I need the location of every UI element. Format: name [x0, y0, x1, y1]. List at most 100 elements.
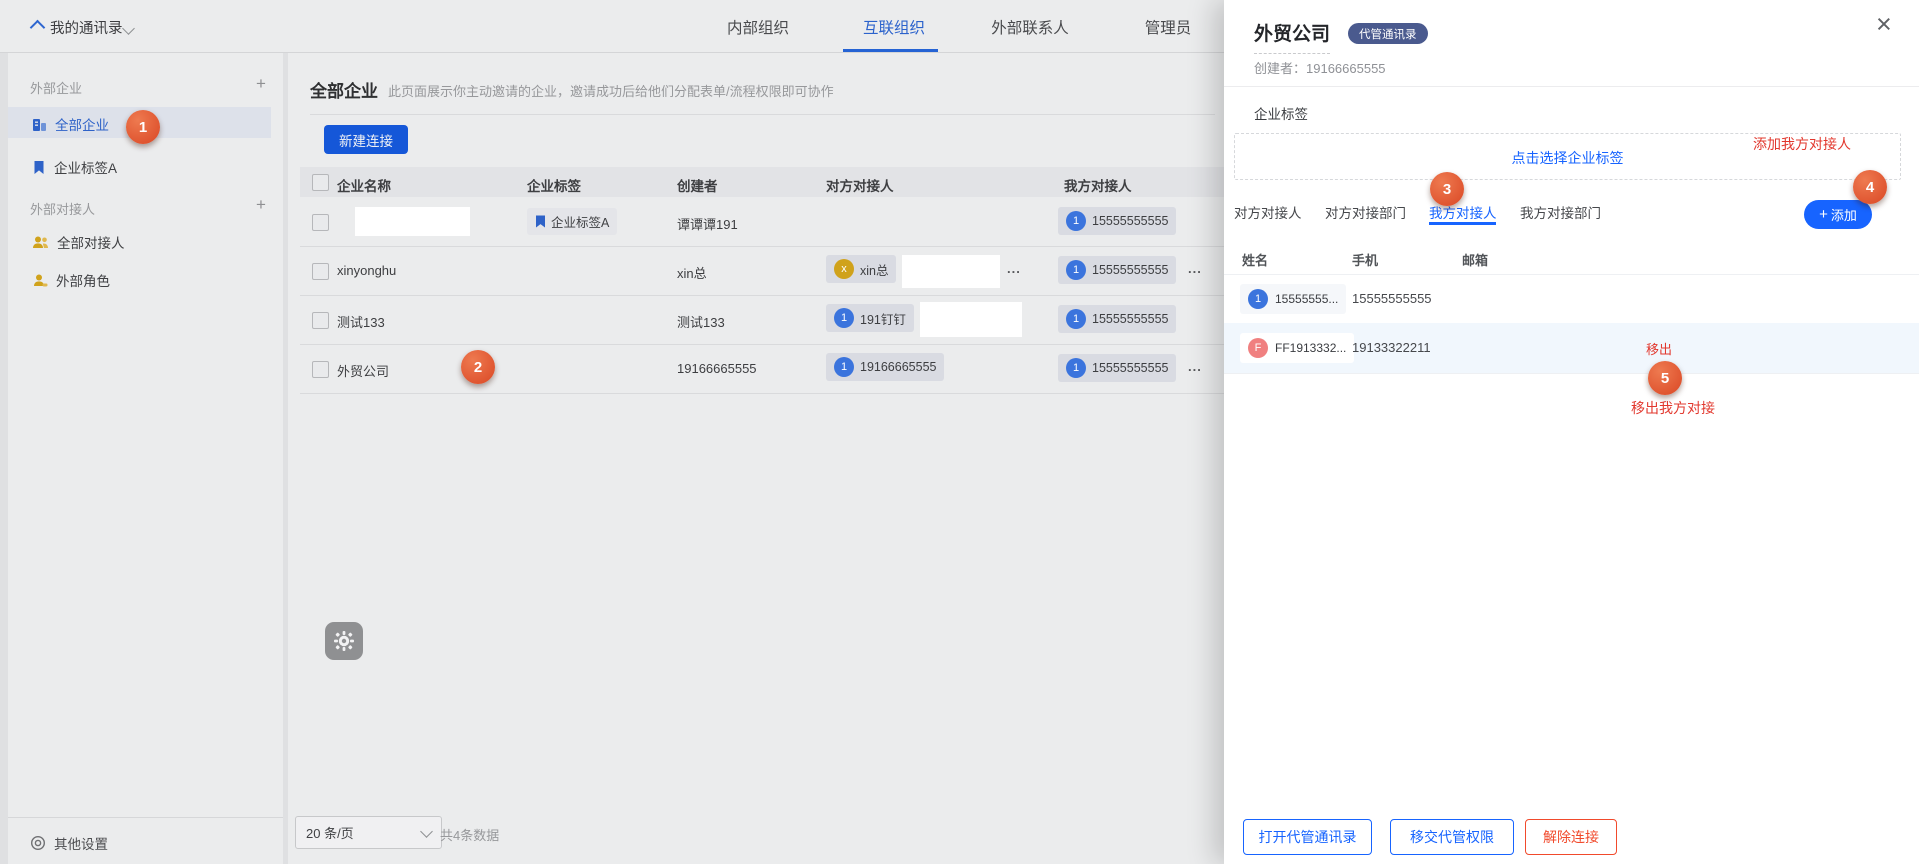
page-subtitle: 此页面展示你主动邀请的企业，邀请成功后给他们分配表单/流程权限即可协作 [388, 81, 834, 100]
contact-phone: 19133322211 [1352, 340, 1431, 355]
col-name: 姓名 [1242, 250, 1268, 269]
tab-their-contacts[interactable]: 对方对接人 [1234, 202, 1302, 222]
avatar: 1 [1248, 289, 1268, 309]
drawer-creator: 创建者：19166665555 [1254, 58, 1386, 77]
their-contact-chip[interactable]: 1 19166665555 [826, 353, 944, 381]
back-icon[interactable] [32, 21, 43, 36]
redacted-contact [902, 255, 1000, 288]
their-contact-label: 191钉钉 [860, 309, 906, 328]
sidebar-footer-label: 其他设置 [54, 833, 108, 853]
our-contact-label: 15555555555 [1092, 214, 1168, 228]
role-person-icon [32, 273, 48, 288]
our-contact-label: 15555555555 [1092, 312, 1168, 326]
tag-section-label: 企业标签 [1254, 103, 1308, 123]
tab-admin[interactable]: 管理员 [1143, 16, 1193, 52]
more-contacts-ellipsis[interactable]: ... [1188, 359, 1202, 374]
add-contact-hint: 添加我方对接人 [1753, 134, 1851, 154]
tag-label: 企业标签A [551, 212, 609, 231]
sidebar-section-contacts: 外部对接人 [30, 199, 95, 218]
drawer-divider [1224, 86, 1919, 87]
remove-link[interactable]: 移出 [1646, 339, 1672, 358]
drawer-title: 外贸公司 [1254, 19, 1330, 54]
tab-connected-org[interactable]: 互联组织 [861, 16, 927, 52]
new-connection-button[interactable]: 新建连接 [324, 125, 408, 154]
sidebar-footer-settings[interactable]: 其他设置 [8, 818, 283, 864]
table-header: 企业名称 企业标签 创建者 对方对接人 我方对接人 [300, 167, 1224, 197]
tab-our-departments[interactable]: 我方对接部门 [1520, 202, 1601, 222]
table-row[interactable]: xinyonghu xin总 x xin总 ... 1 15555555555 … [300, 246, 1224, 296]
step-badge-3: 3 [1430, 172, 1464, 206]
our-contact-chip[interactable]: 1 15555555555 [1058, 354, 1176, 382]
row-checkbox[interactable] [312, 214, 329, 231]
tab-our-contacts[interactable]: 我方对接人 [1429, 202, 1497, 222]
creator-cell: 19166665555 [677, 361, 757, 376]
col-company-name: 企业名称 [337, 175, 391, 195]
their-contact-label: xin总 [860, 260, 888, 279]
contact-row[interactable]: 1 15555555... 15555555555 [1224, 275, 1919, 323]
row-checkbox[interactable] [312, 361, 329, 378]
avatar: 1 [1066, 260, 1086, 280]
our-contact-chip[interactable]: 1 15555555555 [1058, 305, 1176, 333]
add-button-label: 添加 [1831, 205, 1857, 224]
avatar: F [1248, 338, 1268, 358]
avatar: x [834, 259, 854, 279]
creator-cell: 测试133 [677, 312, 725, 331]
add-contact-icon[interactable]: + [256, 196, 266, 213]
step-badge-5: 5 [1648, 361, 1682, 395]
their-contact-chip[interactable]: 1 191钉钉 [826, 304, 914, 332]
sidebar-item-all-contacts[interactable]: 全部对接人 [8, 225, 271, 256]
col-our-contact: 我方对接人 [1064, 175, 1132, 195]
contact-name-chip[interactable]: F FF1913332... [1240, 333, 1354, 363]
sidebar-item-roles[interactable]: 外部角色 [8, 263, 271, 294]
col-their-contact: 对方对接人 [826, 175, 894, 195]
add-company-icon[interactable]: + [256, 75, 266, 92]
row-checkbox[interactable] [312, 312, 329, 329]
breadcrumb[interactable]: 我的通讯录 [50, 17, 123, 38]
avatar: 1 [1066, 358, 1086, 378]
creator-cell: xin总 [677, 263, 707, 282]
contact-name-chip[interactable]: 1 15555555... [1240, 284, 1346, 314]
gear-icon[interactable] [325, 622, 363, 660]
avatar: 1 [1066, 211, 1086, 231]
company-name-cell: 外贸公司 [337, 361, 389, 380]
managed-directory-badge: 代管通讯录 [1348, 23, 1428, 44]
select-all-checkbox[interactable] [312, 174, 329, 191]
title-divider [310, 114, 1215, 115]
remove-contact-hint: 移出我方对接 [1631, 398, 1715, 418]
breadcrumb-caret-icon[interactable] [124, 21, 133, 36]
table-row[interactable]: 测试133 测试133 1 191钉钉 1 15555555555 [300, 295, 1224, 345]
our-contact-chip[interactable]: 1 15555555555 [1058, 256, 1176, 284]
page-size-select[interactable]: 20 条/页 [295, 816, 442, 849]
sidebar-item-label: 全部企业 [55, 114, 109, 134]
sidebar: 外部企业 + 全部企业 企业标签A 外部对接人 + [8, 53, 283, 864]
sidebar-item-label: 企业标签A [54, 157, 117, 177]
open-managed-directory-button[interactable]: 打开代管通讯录 [1243, 819, 1372, 855]
bookmark-icon [32, 160, 46, 175]
contact-row[interactable]: F FF1913332... 19133322211 移出 [1224, 323, 1919, 374]
our-contact-chip[interactable]: 1 15555555555 [1058, 207, 1176, 235]
contact-name: 15555555... [1275, 292, 1338, 306]
add-button[interactable]: + 添加 [1804, 200, 1872, 229]
tab-external-contacts[interactable]: 外部联系人 [988, 16, 1072, 52]
table-row[interactable]: 外贸公司 19166665555 1 19166665555 1 1555555… [300, 344, 1224, 394]
more-contacts-ellipsis[interactable]: ... [1188, 261, 1202, 276]
contact-phone: 15555555555 [1352, 291, 1432, 306]
col-phone: 手机 [1352, 250, 1378, 269]
more-contacts-ellipsis[interactable]: ... [1007, 261, 1021, 276]
their-contact-chip[interactable]: x xin总 [826, 255, 896, 283]
their-contact-label: 19166665555 [860, 360, 936, 374]
total-count: 共4条数据 [440, 825, 499, 844]
sidebar-item-label: 全部对接人 [57, 232, 125, 252]
tab-internal-org[interactable]: 内部组织 [726, 16, 790, 52]
close-icon[interactable]: × [1876, 13, 1892, 35]
step-badge-2: 2 [461, 350, 495, 384]
table-row[interactable]: 企业标签A 谭谭谭191 1 15555555555 [300, 197, 1224, 247]
tab-their-departments[interactable]: 对方对接部门 [1325, 202, 1406, 222]
row-checkbox[interactable] [312, 263, 329, 280]
sidebar-item-tag-a[interactable]: 企业标签A [8, 150, 271, 181]
disconnect-button[interactable]: 解除连接 [1525, 819, 1617, 855]
transfer-managed-rights-button[interactable]: 移交代管权限 [1390, 819, 1514, 855]
company-name-cell: xinyonghu [337, 263, 396, 278]
drawer-tab-underline [1429, 222, 1496, 225]
screen: 我的通讯录 内部组织 互联组织 外部联系人 管理员 外部企业 + 全部企业 企业… [0, 0, 1919, 864]
